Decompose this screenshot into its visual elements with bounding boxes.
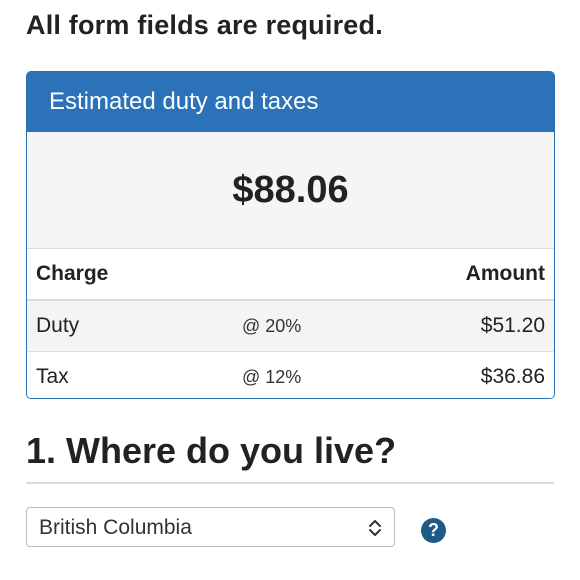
question-circle-icon[interactable]: ? — [421, 518, 446, 543]
charge-cell: Duty — [36, 314, 80, 337]
estimate-total: $88.06 — [27, 132, 554, 249]
charge-cell: Tax — [36, 365, 69, 388]
question-title: 1. Where do you live? — [26, 430, 397, 471]
province-select[interactable]: British Columbia — [26, 507, 395, 547]
amount-cell: $36.86 — [480, 365, 545, 388]
amount-column-header: Amount — [465, 262, 545, 285]
estimate-card: Estimated duty and taxes $88.06 Charge A… — [26, 71, 555, 399]
required-fields-note: All form fields are required. — [26, 10, 383, 40]
rate-cell: @ 12% — [242, 366, 302, 387]
charge-column-header: Charge — [36, 262, 109, 285]
rate-cell: @ 20% — [242, 315, 302, 336]
chevron-up-down-icon — [369, 520, 381, 536]
table-header-row: Charge Amount — [27, 249, 554, 301]
table-row-duty: Duty @ 20% $51.20 — [27, 301, 554, 352]
province-select-value: British Columbia — [39, 516, 192, 539]
estimate-card-title: Estimated duty and taxes — [27, 72, 554, 132]
amount-cell: $51.20 — [480, 314, 545, 337]
page: All form fields are required. Estimated … — [0, 0, 580, 580]
table-row-tax: Tax @ 12% $36.86 — [27, 352, 554, 398]
section-divider — [26, 482, 554, 484]
